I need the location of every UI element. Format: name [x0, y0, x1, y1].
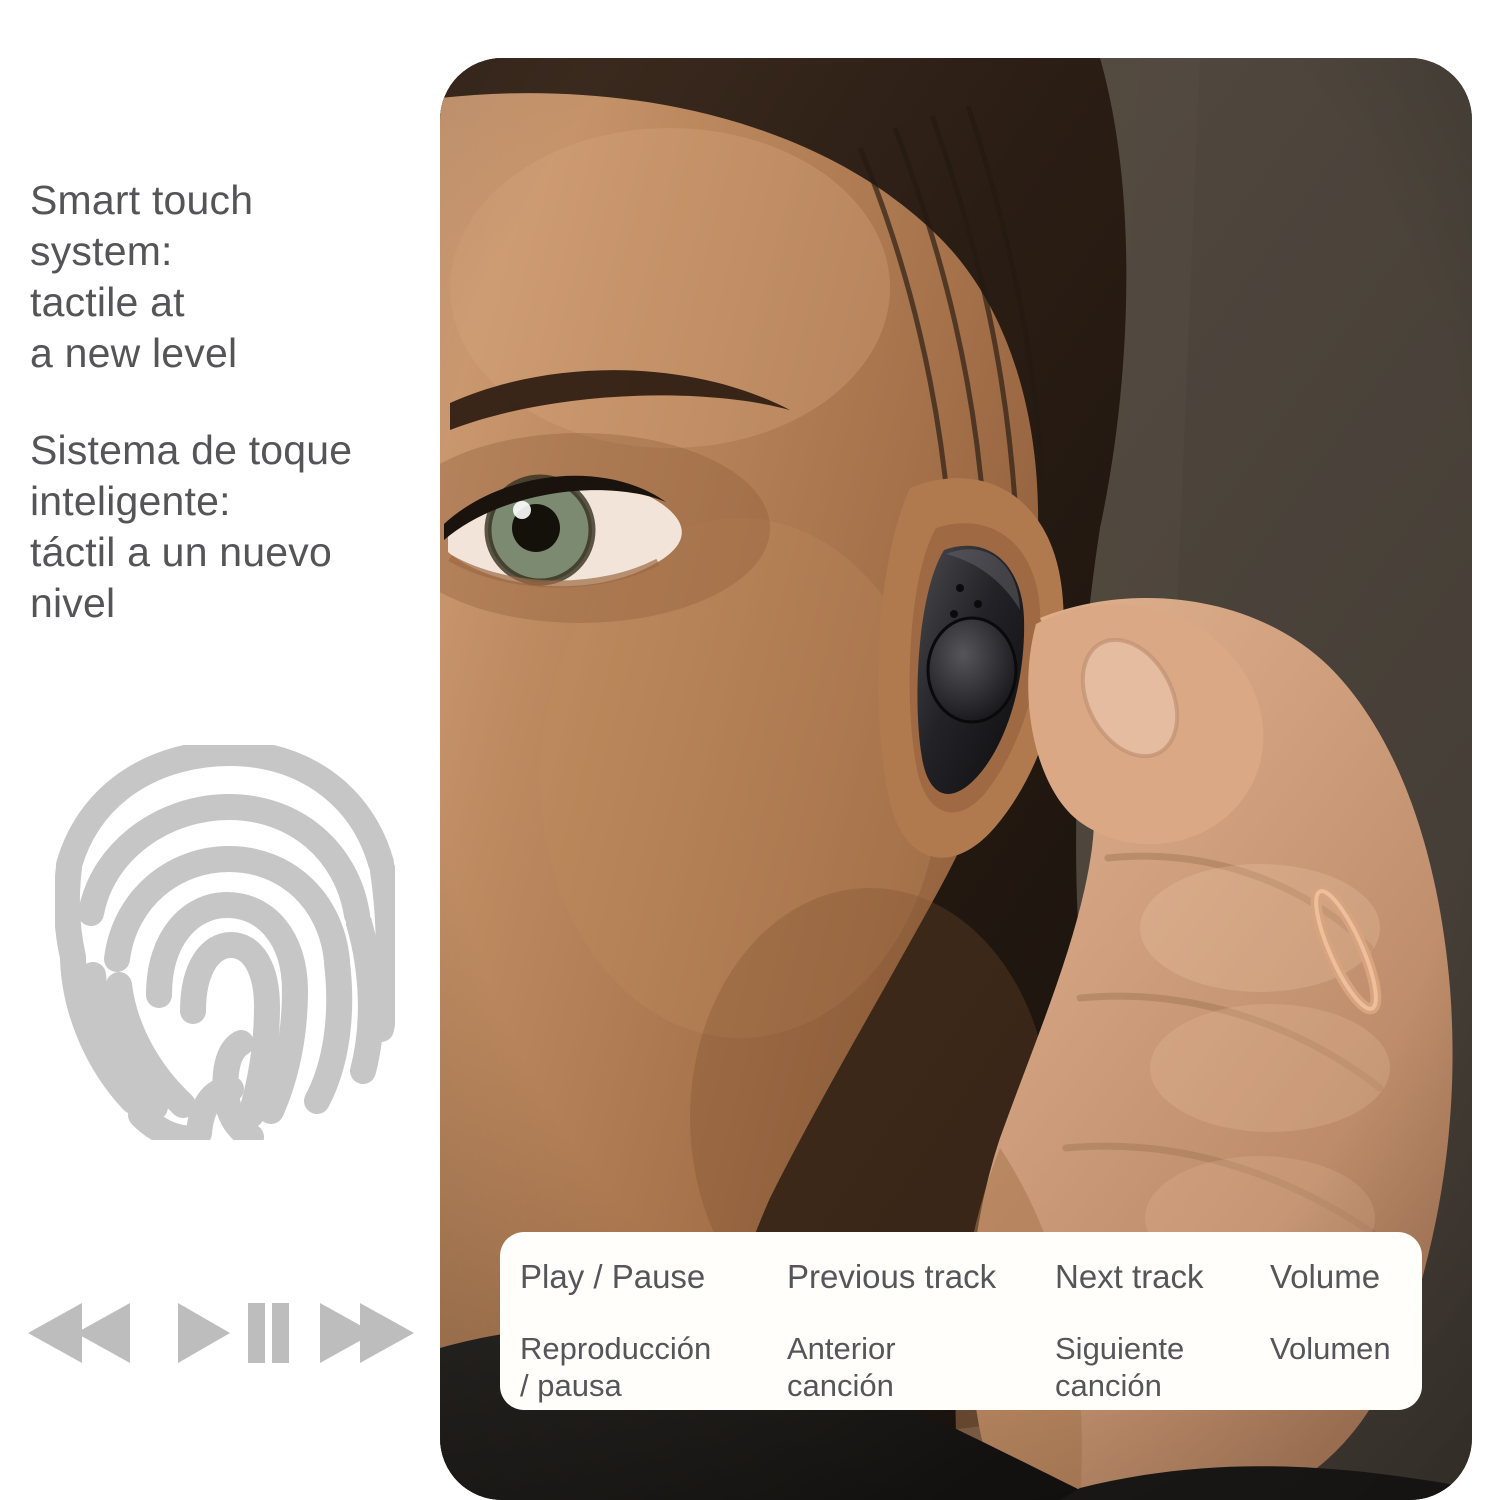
fingerprint-icon [55, 745, 395, 1140]
legend-column-play-pause: Play / Pause Reproducción / pausa [520, 1232, 785, 1410]
headline-spanish: Sistema de toque inteligente: táctil a u… [30, 425, 440, 629]
headline-es-line-1: Sistema de toque [30, 427, 353, 473]
legend-es-volume-line-1: Volumen [1270, 1331, 1391, 1366]
headline-en-line-4: a new level [30, 330, 238, 376]
media-control-icons [20, 1295, 420, 1375]
legend-es-next-track-line-1: Siguiente [1055, 1331, 1185, 1366]
legend-es-previous-track-line-1: Anterior [787, 1331, 896, 1366]
legend-es-previous-track-line-2: canción [787, 1368, 894, 1403]
product-feature-slide: Smart touch system: tactile at a new lev… [0, 0, 1500, 1500]
headline-en-line-3: tactile at [30, 279, 185, 325]
fast-forward-icon [320, 1303, 414, 1363]
headline-en-line-2: system: [30, 228, 173, 274]
headline-es-line-2: inteligente: [30, 478, 231, 524]
legend-es-previous-track: Anterior canción [787, 1330, 896, 1404]
legend-es-play-pause: Reproducción / pausa [520, 1330, 711, 1404]
legend-column-volume: Volume Volumen [1270, 1232, 1420, 1410]
legend-es-next-track-line-2: canción [1055, 1368, 1162, 1403]
legend-en-previous-track: Previous track [787, 1258, 997, 1295]
rewind-icon [28, 1303, 130, 1363]
legend-column-next-track: Next track Siguiente canción [1055, 1232, 1267, 1410]
touch-gesture-legend: Play / Pause Reproducción / pausa Previo… [500, 1232, 1422, 1410]
legend-es-play-pause-line-2: / pausa [520, 1368, 622, 1403]
legend-en-volume: Volume [1270, 1258, 1381, 1295]
headline-es-line-4: nivel [30, 580, 116, 626]
legend-en-next-track: Next track [1055, 1258, 1204, 1295]
headline-es-line-3: táctil a un nuevo [30, 529, 332, 575]
legend-en-play-pause: Play / Pause [520, 1258, 706, 1295]
play-icon [178, 1303, 230, 1363]
headline-english: Smart touch system: tactile at a new lev… [30, 175, 440, 379]
left-text-column: Smart touch system: tactile at a new lev… [0, 0, 440, 1500]
legend-es-next-track: Siguiente canción [1055, 1330, 1184, 1404]
legend-column-previous-track: Previous track Anterior canción [787, 1232, 1052, 1410]
pause-icon [248, 1303, 289, 1363]
legend-es-play-pause-line-1: Reproducción [520, 1331, 712, 1366]
legend-es-volume: Volumen [1270, 1330, 1391, 1367]
headline-en-line-1: Smart touch [30, 177, 254, 223]
